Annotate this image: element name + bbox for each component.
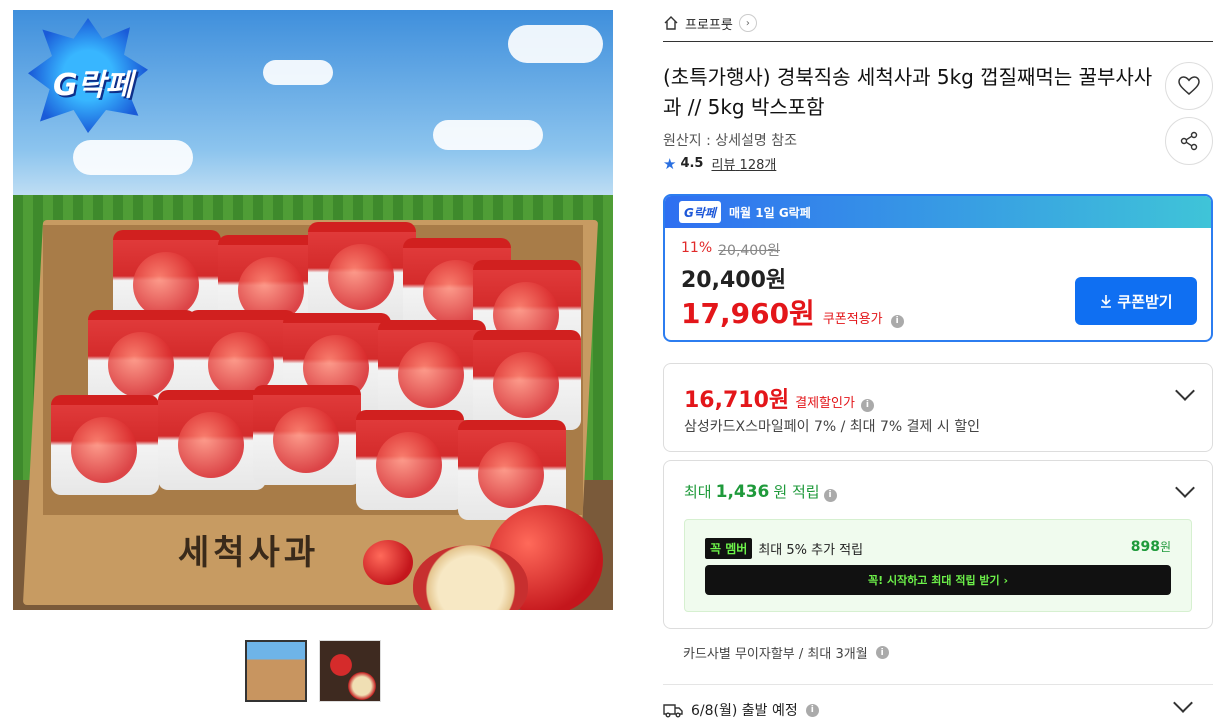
gfair-banner-text: 매월 1일 G락페 <box>729 205 811 220</box>
points-row: 최대 1,436 원 적립 i <box>684 481 837 502</box>
payment-price-row: 16,710원 결제할인가 i <box>684 382 874 414</box>
member-join-button[interactable]: 꼭! 시작하고 최대 적립 받기 › <box>705 565 1171 595</box>
cloud <box>508 25 603 63</box>
divider <box>663 41 1213 42</box>
apple-bag <box>356 410 464 510</box>
shipping-row[interactable]: 6/8(월) 출발 예정 i <box>663 700 819 720</box>
points-amount: 1,436 <box>715 482 770 502</box>
rating: ★ 4.5 리뷰 128개 <box>663 154 776 174</box>
wishlist-button[interactable] <box>1165 62 1213 110</box>
installment-info: 카드사별 무이자할부 / 최대 3개월 i <box>683 643 889 662</box>
points-card: 최대 1,436 원 적립 i 꼭 멤버 최대 5% 추가 적립 898원 꼭!… <box>663 460 1213 629</box>
member-points: 898원 <box>1130 539 1171 555</box>
info-icon[interactable]: i <box>860 398 874 412</box>
info-icon[interactable]: i <box>805 703 819 717</box>
star-icon: ★ <box>663 154 677 173</box>
thumbnail-2[interactable] <box>319 640 381 702</box>
apple-bag <box>253 385 361 485</box>
share-icon <box>1180 131 1198 151</box>
product-main-image: 세척사과 G락페 <box>13 10 613 610</box>
payment-discount-card[interactable]: 16,710원 결제할인가 i 삼성카드X스마일페이 7% / 최대 7% 결제… <box>663 363 1213 452</box>
gfair-logo-text: G락페 <box>53 68 133 103</box>
cloud <box>263 60 333 85</box>
sale-price: 20,400원 <box>681 268 787 293</box>
home-icon <box>664 16 678 30</box>
payment-label: 결제할인가 <box>795 396 855 411</box>
info-icon[interactable]: i <box>890 314 904 328</box>
breadcrumb[interactable]: 프로프룻 › <box>663 12 757 34</box>
chevron-down-icon[interactable] <box>1173 693 1193 713</box>
original-price: 20,400원 <box>718 243 780 259</box>
discount-rate: 11% <box>681 240 713 256</box>
member-box: 꼭 멤버 최대 5% 추가 적립 898원 꼭! 시작하고 최대 적립 받기 › <box>684 519 1192 612</box>
chevron-down-icon[interactable] <box>1175 381 1195 401</box>
member-row: 꼭 멤버 최대 5% 추가 적립 <box>705 538 863 559</box>
review-link[interactable]: 리뷰 128개 <box>711 154 776 173</box>
member-text: 최대 5% 추가 적립 <box>758 543 864 558</box>
info-icon[interactable]: i <box>823 488 837 502</box>
payment-price: 16,710원 <box>684 388 790 413</box>
coupon-price-row: 17,960원 쿠폰적용가 i <box>681 292 904 332</box>
apple-bag <box>378 320 486 420</box>
apple-bag <box>473 330 581 430</box>
cloud <box>433 120 543 150</box>
coupon-price-label: 쿠폰적용가 <box>822 312 883 327</box>
gfair-price-box: G락페 매월 1일 G락페 11% 20,400원 20,400원 17,960… <box>663 194 1213 342</box>
discount-row: 11% 20,400원 <box>681 240 780 260</box>
share-button[interactable] <box>1165 117 1213 165</box>
info-icon[interactable]: i <box>875 646 889 659</box>
gfair-banner: G락페 매월 1일 G락페 <box>665 196 1211 228</box>
apple-print <box>363 540 413 585</box>
shipping-text: 6/8(월) 출발 예정 <box>691 703 798 719</box>
truck-icon <box>663 704 683 718</box>
rating-score: 4.5 <box>680 156 704 171</box>
heart-icon <box>1178 76 1200 95</box>
coupon-price: 17,960원 <box>681 297 815 330</box>
gfair-mini-logo: G락페 <box>679 201 721 223</box>
payment-detail: 삼성카드X스마일페이 7% / 최대 7% 결제 시 할인 <box>684 419 980 435</box>
product-origin: 원산지 : 상세설명 참조 <box>663 133 797 149</box>
download-icon <box>1101 295 1112 308</box>
breadcrumb-label: 프로프룻 <box>685 17 733 33</box>
apple-bag <box>308 222 416 322</box>
cloud <box>73 140 193 175</box>
member-badge: 꼭 멤버 <box>705 538 753 559</box>
divider <box>663 684 1213 685</box>
chevron-down-icon[interactable] <box>1175 478 1195 498</box>
box-label: 세척사과 <box>178 533 320 573</box>
apple-bag <box>158 390 266 490</box>
chevron-right-icon: › <box>738 14 757 32</box>
product-title: (초특가행사) 경북직송 세척사과 5kg 껍질째먹는 꿀부사사과 // 5kg… <box>663 65 1153 119</box>
apple-bag <box>51 395 159 495</box>
coupon-download-button[interactable]: 쿠폰받기 <box>1075 277 1197 325</box>
thumbnail-1[interactable] <box>245 640 307 702</box>
